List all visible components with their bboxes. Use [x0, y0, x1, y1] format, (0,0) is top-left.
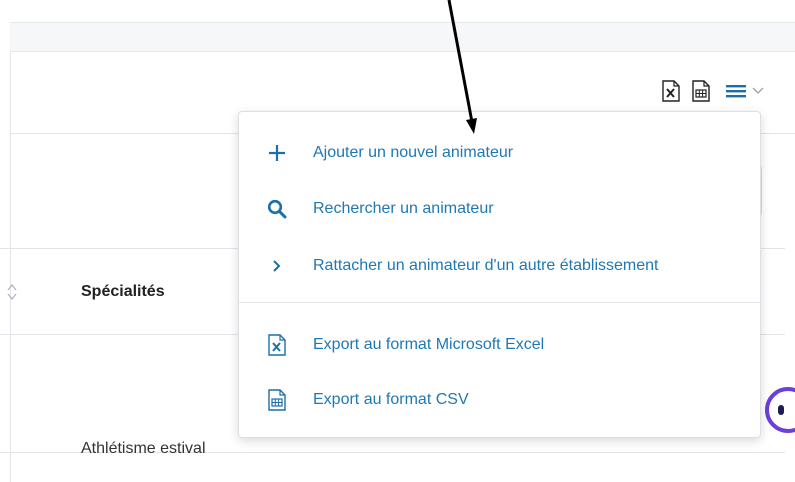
assistant-eye-icon: [778, 405, 784, 415]
dropdown-item-label: Rattacher un animateur d'un autre établi…: [313, 257, 659, 274]
dropdown-separator: [239, 302, 760, 303]
dropdown-item-label: Export au format Microsoft Excel: [313, 336, 545, 353]
dropdown-item-search-animateur[interactable]: Rechercher un animateur: [239, 189, 760, 229]
dropdown-item-label: Rechercher un animateur: [313, 200, 494, 217]
table-cell: Athlétisme estival: [81, 440, 206, 457]
sort-icon[interactable]: [6, 282, 18, 307]
top-band: [10, 22, 795, 52]
search-icon: [263, 199, 291, 219]
dropdown-item-label: Ajouter un nouvel animateur: [313, 144, 514, 161]
dropdown-item-attach-animateur[interactable]: Rattacher un animateur d'un autre établi…: [239, 246, 760, 286]
excel-file-icon: [263, 334, 291, 356]
dropdown-item-export-csv[interactable]: Export au format CSV: [239, 380, 760, 420]
dropdown-item-export-excel[interactable]: Export au format Microsoft Excel: [239, 325, 760, 365]
column-header-specialites[interactable]: Spécialités: [81, 283, 165, 301]
dropdown-item-add-animateur[interactable]: Ajouter un nouvel animateur: [239, 133, 760, 173]
dropdown-item-label: Export au format CSV: [313, 391, 469, 408]
plus-icon: [263, 143, 291, 163]
csv-file-icon: [263, 389, 291, 411]
chevron-right-icon: [263, 259, 291, 273]
page: Spécialités Athlétisme estival Ajouter u…: [0, 0, 795, 482]
actions-dropdown: Ajouter un nouvel animateur Rechercher u…: [238, 111, 761, 438]
